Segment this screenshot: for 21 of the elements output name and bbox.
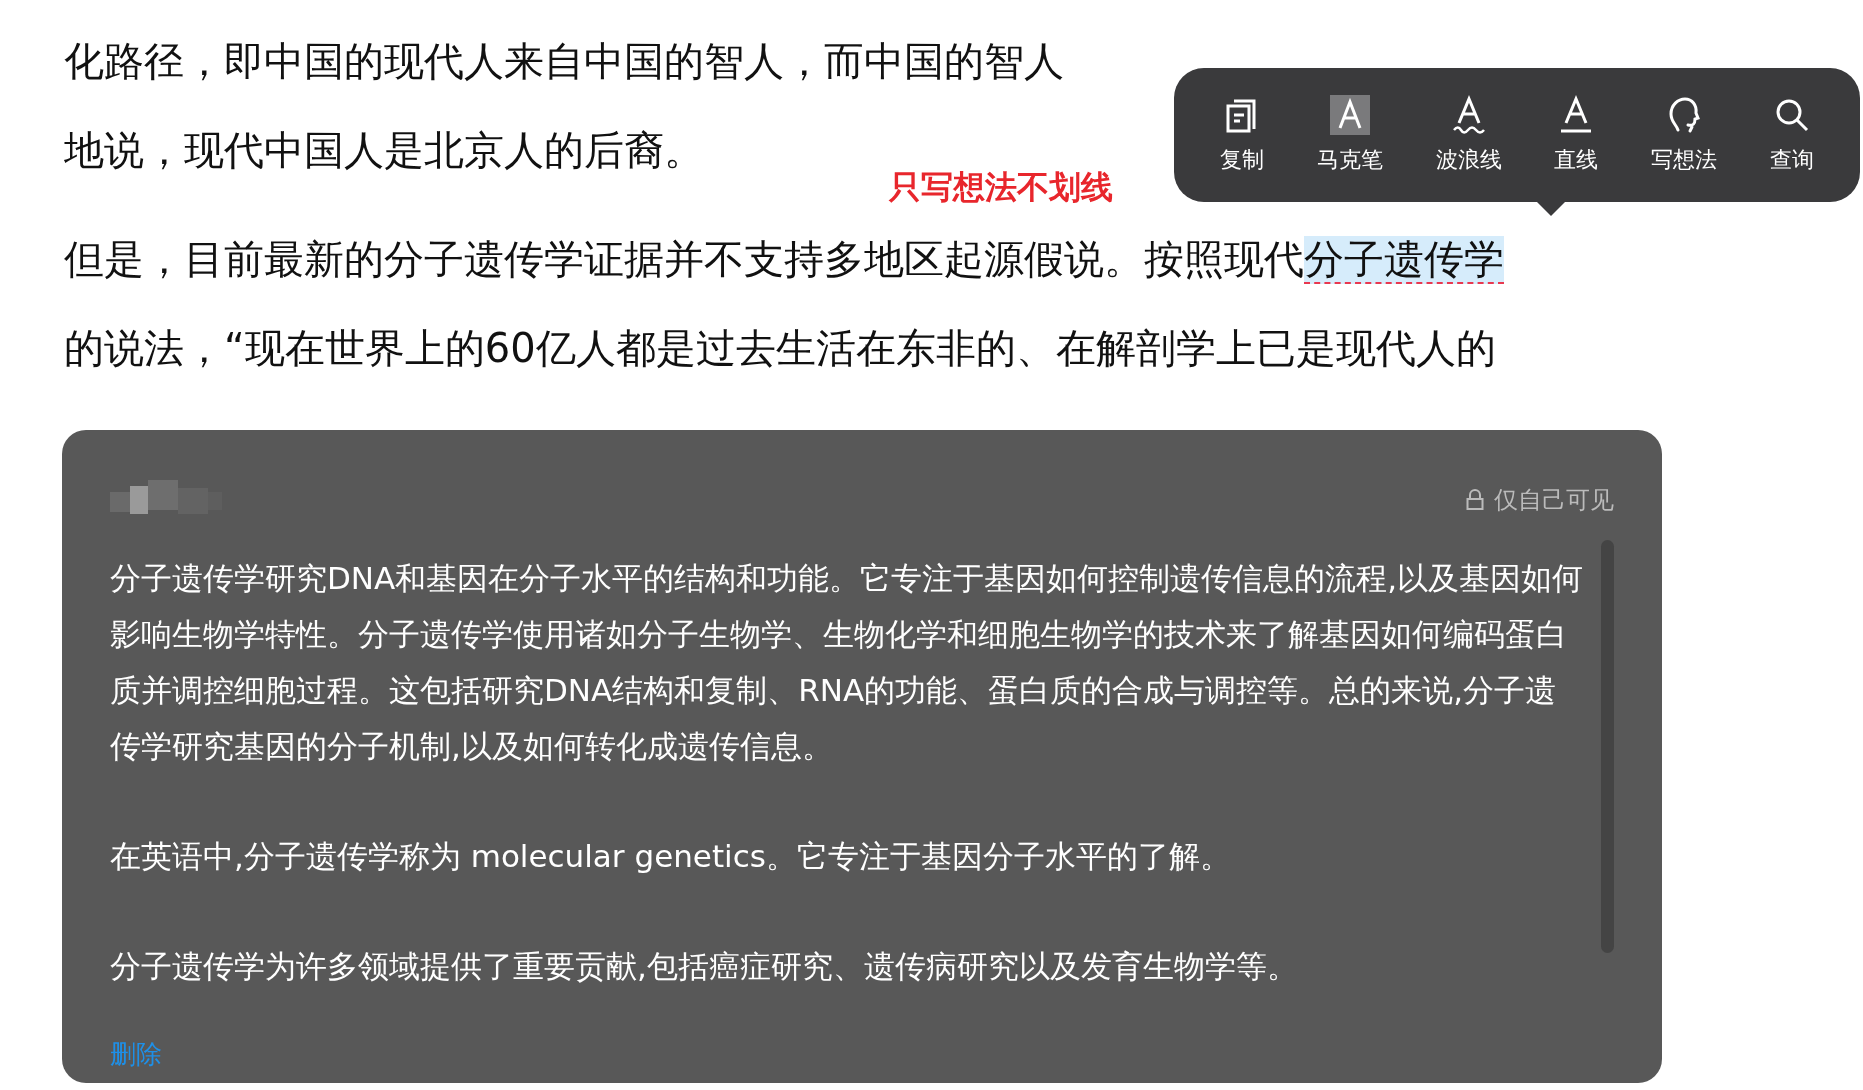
note-text: 分子遗传学为许多领域提供了重要贡献,包括癌症研究、遗传病研究以及发育生物学等。 (110, 947, 1299, 986)
note-text: 分子遗传学研究DNA和基因在分子水平的结构和功能。它专注于基因如何控制遗传信息的流程,以及基因如何影响生物学特性。分子遗传学使用诸如分子生物学、生物化学和细胞生物学的技术来了解基因如何编码蛋白质并调控细胞过程。这包括研究DNA结构和复制、RNA的功能、蛋白质的合成与调控等。总的来说,分子遗传学研究基因的分子机制,以及如何转化成遗传信息。 (110, 559, 1585, 766)
marker-icon (1330, 95, 1370, 135)
lock-icon (1466, 489, 1484, 511)
annotation-text: 只写想法不划线 (889, 167, 1113, 208)
toolbar-button[interactable]: 写想法 (1650, 95, 1717, 175)
thought-head-icon (1667, 95, 1700, 135)
toolbar-button[interactable]: 复制 (1220, 95, 1265, 175)
toolbar-button[interactable]: 波浪线 (1435, 95, 1502, 175)
wavy-underline-icon (1452, 95, 1485, 135)
body-text: 地说，现代中国人是北京人的后裔。 (64, 127, 704, 173)
highlighted-text: 分子遗传学 (1304, 236, 1504, 284)
body-text: 但是，目前最新的分子遗传学证据并不支持多地区起源假说。按照现代 (64, 236, 1304, 282)
body-text: 化路径，即中国的现代人来自中国的智人，而中国的智人 (64, 38, 1064, 84)
toolbar-button[interactable]: 直线 (1554, 95, 1599, 175)
toolbar-button[interactable]: 查询 (1769, 95, 1814, 175)
note-text: 在英语中,分子遗传学称为 molecular genetics。它专注于基因分子水平的了解。 (110, 837, 1232, 876)
toolbar-button[interactable]: 马克笔 (1317, 95, 1383, 175)
body-text: 的说法，“现在世界上的60亿人都是过去生活在东非的、在解剖学上已是现代人的 (64, 325, 1496, 371)
visibility-text: 仅自己可见 (1494, 485, 1614, 516)
underline-icon (1560, 95, 1593, 135)
